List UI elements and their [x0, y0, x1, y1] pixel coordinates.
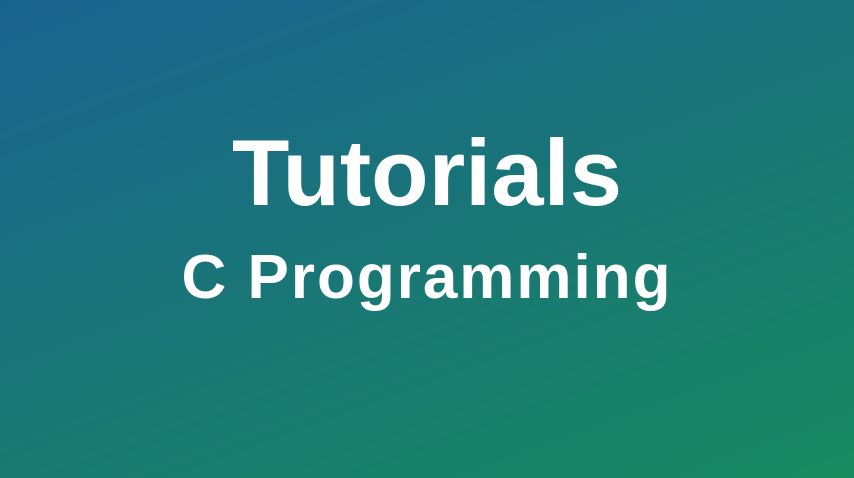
banner-title: Tutorials	[232, 120, 622, 225]
tutorial-banner: Tutorials C Programming	[0, 0, 854, 478]
banner-subtitle: C Programming	[181, 243, 673, 312]
